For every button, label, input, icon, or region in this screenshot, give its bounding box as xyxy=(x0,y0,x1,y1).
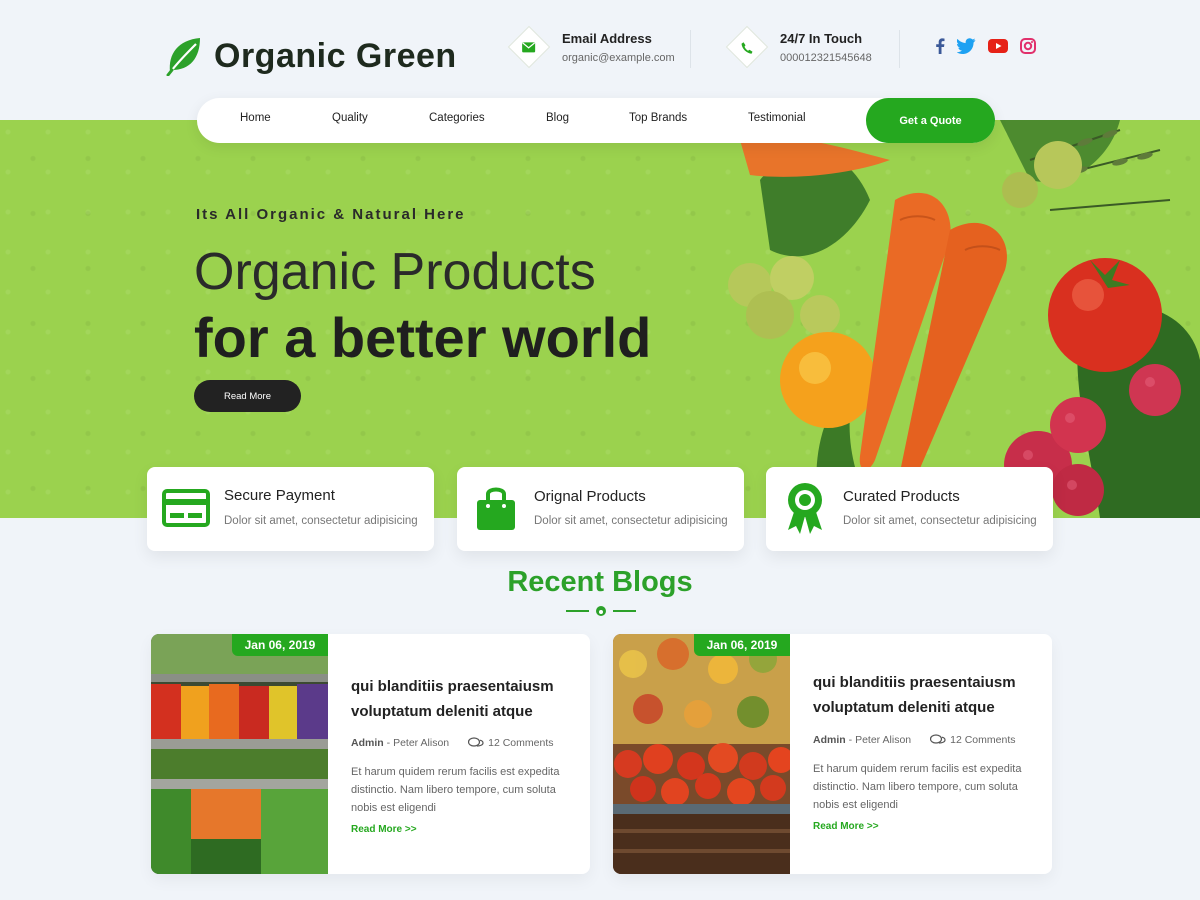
nav-categories[interactable]: Categories xyxy=(429,112,485,124)
feature-card-original-products: Orignal Products Dolor sit amet, consect… xyxy=(457,467,744,551)
hero-banner: Its All Organic & Natural Here Organic P… xyxy=(0,120,1200,518)
feature-desc: Dolor sit amet, consectetur adipisicing xyxy=(224,515,418,527)
nav-blog[interactable]: Blog xyxy=(546,112,569,124)
blog-comments-count: 12 Comments xyxy=(488,737,554,749)
contact-phone[interactable]: 24/7 In Touch 000012321545648 xyxy=(725,25,872,69)
blog-author[interactable]: Admin xyxy=(813,734,846,746)
blog-card: Jan 06, 2019 qui blanditiis praesentaius… xyxy=(613,634,1052,874)
blog-title[interactable]: qui blanditiis praesentaiusm voluptatum … xyxy=(351,674,576,724)
blog-meta: Admin - Peter Alison 12 Comments xyxy=(351,737,553,749)
blog-title[interactable]: qui blanditiis praesentaiusm voluptatum … xyxy=(813,670,1038,720)
award-ribbon-icon xyxy=(780,483,830,534)
feature-desc: Dolor sit amet, consectetur adipisicing xyxy=(843,515,1037,527)
contact-phone-title: 24/7 In Touch xyxy=(780,30,863,46)
credit-card-icon xyxy=(161,483,211,533)
feature-title: Curated Products xyxy=(843,488,960,505)
social-links xyxy=(935,38,1036,54)
brand-name: Organic Green xyxy=(214,36,457,75)
contact-email-title: Email Address xyxy=(562,30,652,46)
get-quote-button[interactable]: Get a Quote xyxy=(866,98,995,143)
shopping-bag-icon xyxy=(471,483,521,533)
phone-icon xyxy=(725,25,769,69)
comments-icon xyxy=(468,737,484,749)
feature-desc: Dolor sit amet, consectetur adipisicing xyxy=(534,515,728,527)
blog-comments-count: 12 Comments xyxy=(950,734,1016,746)
drop-icon xyxy=(595,605,607,617)
hero-headline-line2: for a better world xyxy=(194,306,652,369)
nav-quality[interactable]: Quality xyxy=(332,112,368,124)
site-logo[interactable]: Organic Green xyxy=(166,36,457,76)
blog-author-name: - Peter Alison xyxy=(848,734,912,746)
blog-read-more-link[interactable]: Read More >> xyxy=(351,824,417,835)
nav-testimonial[interactable]: Testimonial xyxy=(748,112,806,124)
blog-thumbnail-produce-shelves[interactable] xyxy=(151,634,328,874)
contact-phone-value: 000012321545648 xyxy=(780,51,872,64)
section-divider xyxy=(566,603,636,619)
blog-date-badge: Jan 06, 2019 xyxy=(694,634,790,656)
nav-top-brands[interactable]: Top Brands xyxy=(629,112,687,124)
contact-email[interactable]: Email Address organic@example.com xyxy=(507,25,675,69)
feature-title: Orignal Products xyxy=(534,488,646,505)
main-nav: Home Quality Categories Blog Top Brands … xyxy=(197,98,995,143)
blog-thumbnail-market-produce[interactable] xyxy=(613,634,790,874)
hero-read-more-button[interactable]: Read More xyxy=(194,380,301,412)
leaf-icon xyxy=(166,36,204,76)
blog-comments[interactable]: 12 Comments xyxy=(930,734,1015,746)
feature-card-secure-payment: Secure Payment Dolor sit amet, consectet… xyxy=(147,467,434,551)
contact-email-value: organic@example.com xyxy=(562,51,675,64)
blog-author[interactable]: Admin xyxy=(351,737,384,749)
blog-date-badge: Jan 06, 2019 xyxy=(232,634,328,656)
feature-card-curated-products: Curated Products Dolor sit amet, consect… xyxy=(766,467,1053,551)
vegetables-image xyxy=(728,120,1200,518)
blog-comments[interactable]: 12 Comments xyxy=(468,737,553,749)
hero-tagline: Its All Organic & Natural Here xyxy=(196,206,466,223)
header-divider xyxy=(899,30,900,68)
blog-meta: Admin - Peter Alison 12 Comments xyxy=(813,734,1015,746)
facebook-icon[interactable] xyxy=(935,38,945,54)
blog-excerpt: Et harum quidem rerum facilis est expedi… xyxy=(813,763,1022,811)
youtube-icon[interactable] xyxy=(988,39,1008,53)
instagram-icon[interactable] xyxy=(1020,38,1036,54)
blog-excerpt: Et harum quidem rerum facilis est expedi… xyxy=(351,766,560,814)
feature-title: Secure Payment xyxy=(224,487,335,504)
blog-card: Jan 06, 2019 qui blanditiis praesentaius… xyxy=(151,634,590,874)
section-title-recent-blogs: Recent Blogs xyxy=(507,566,693,598)
mail-icon xyxy=(507,25,551,69)
blog-author-name: - Peter Alison xyxy=(386,737,450,749)
hero-headline-line1: Organic Products xyxy=(194,243,596,301)
twitter-icon[interactable] xyxy=(957,38,976,54)
blog-read-more-link[interactable]: Read More >> xyxy=(813,821,879,832)
nav-home[interactable]: Home xyxy=(240,112,271,124)
comments-icon xyxy=(930,734,946,746)
header-divider xyxy=(690,30,691,68)
